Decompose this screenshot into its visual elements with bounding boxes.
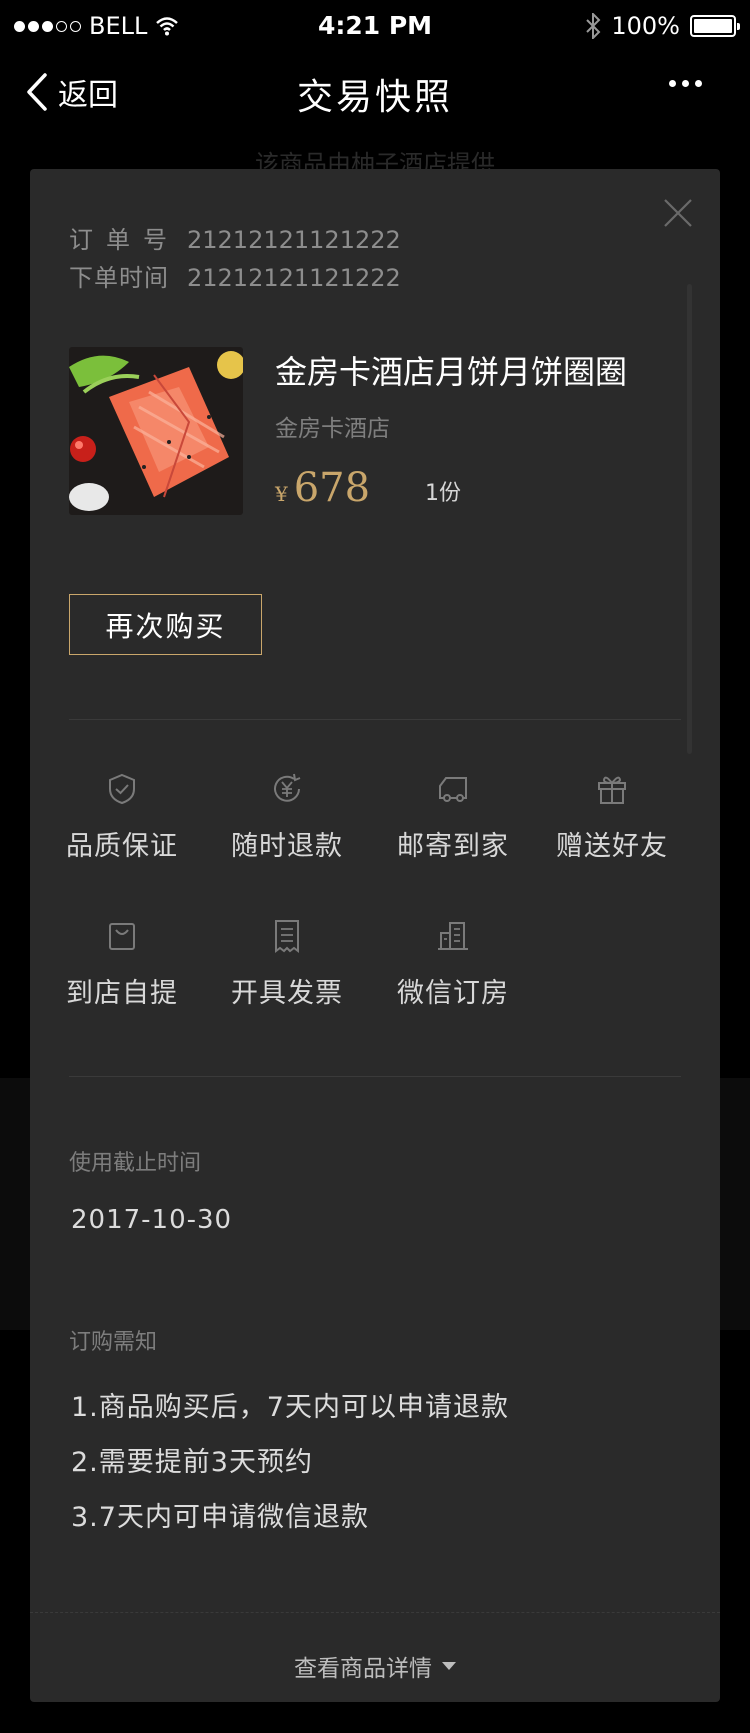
price-currency: ¥ <box>275 482 288 506</box>
service-label: 邮寄到家 <box>397 831 509 862</box>
order-time-row: 下单时间 21212121121222 <box>69 259 401 297</box>
building-icon <box>438 922 468 950</box>
notice-item: 3.7天内可申请微信退款 <box>71 1502 369 1533</box>
service-invoice[interactable]: 开具发票 <box>212 919 362 1019</box>
service-mail-delivery[interactable]: 邮寄到家 <box>378 772 528 872</box>
service-label: 随时退款 <box>231 831 343 862</box>
product-image <box>69 347 243 515</box>
order-number-row: 订单号 21212121121222 <box>69 221 401 259</box>
service-label: 品质保证 <box>66 831 178 862</box>
divider <box>69 1076 681 1077</box>
gift-icon <box>598 776 626 804</box>
divider <box>69 719 681 720</box>
expiry-value: 2017-10-30 <box>71 1205 233 1235</box>
service-quality-guarantee[interactable]: 品质保证 <box>47 772 197 872</box>
status-right-group: 100% <box>585 12 740 40</box>
bag-icon <box>109 923 135 950</box>
product-shop: 金房卡酒店 <box>275 416 390 442</box>
service-wechat-booking[interactable]: 微信订房 <box>378 919 528 1019</box>
status-bar: BELL 4:21 PM 100% <box>0 0 750 54</box>
service-store-pickup[interactable]: 到店自提 <box>47 919 197 1019</box>
service-refund-anytime[interactable]: 随时退款 <box>212 772 362 872</box>
notice-label: 订购需知 <box>69 1330 158 1355</box>
service-label: 微信订房 <box>397 978 509 1009</box>
nav-bar: 返回 交易快照 <box>0 60 750 126</box>
more-icon[interactable] <box>669 80 702 87</box>
close-icon[interactable] <box>662 197 694 229</box>
truck-icon <box>439 777 467 802</box>
page-title: 交易快照 <box>296 77 453 118</box>
battery-percent: 100% <box>611 12 680 40</box>
notice-list: 1.商品购买后，7天内可以申请退款 2.需要提前3天预约 3.7天内可申请微信退… <box>71 1380 509 1545</box>
product-name: 金房卡酒店月饼月饼圈圈 <box>275 353 628 391</box>
snapshot-card: 订单号 21212121121222 下单时间 21212121121222 金… <box>30 169 720 1702</box>
order-meta: 订单号 21212121121222 下单时间 21212121121222 <box>69 221 401 297</box>
battery-icon <box>690 15 740 37</box>
service-label: 开具发票 <box>231 978 343 1009</box>
service-label: 到店自提 <box>66 978 178 1009</box>
footer-divider <box>30 1612 720 1613</box>
order-number-label: 订单号 <box>69 226 180 254</box>
order-time-label: 下单时间 <box>69 264 169 292</box>
view-details-button[interactable]: 查看商品详情 <box>30 1649 720 1683</box>
caret-down-icon <box>442 1662 456 1670</box>
product-price: ¥ 678 <box>275 465 370 511</box>
yen-refresh-icon <box>274 773 301 802</box>
buy-again-button[interactable]: 再次购买 <box>69 594 262 655</box>
shield-check-icon <box>109 773 135 805</box>
view-details-label: 查看商品详情 <box>294 1656 432 1682</box>
bluetooth-icon <box>586 13 601 39</box>
price-value: 678 <box>293 465 371 511</box>
product-quantity: 1份 <box>425 481 461 506</box>
product-summary: 金房卡酒店月饼月饼圈圈 金房卡酒店 ¥ 678 1份 <box>69 347 689 517</box>
service-label: 赠送好友 <box>556 831 668 862</box>
order-number-value: 21212121121222 <box>187 226 401 254</box>
expiry-label: 使用截止时间 <box>69 1151 202 1176</box>
receipt-icon <box>275 920 299 953</box>
notice-item: 1.商品购买后，7天内可以申请退款 <box>71 1392 509 1423</box>
notice-item: 2.需要提前3天预约 <box>71 1447 313 1478</box>
order-time-value: 21212121121222 <box>187 264 401 292</box>
service-gift-friend[interactable]: 赠送好友 <box>537 772 687 872</box>
